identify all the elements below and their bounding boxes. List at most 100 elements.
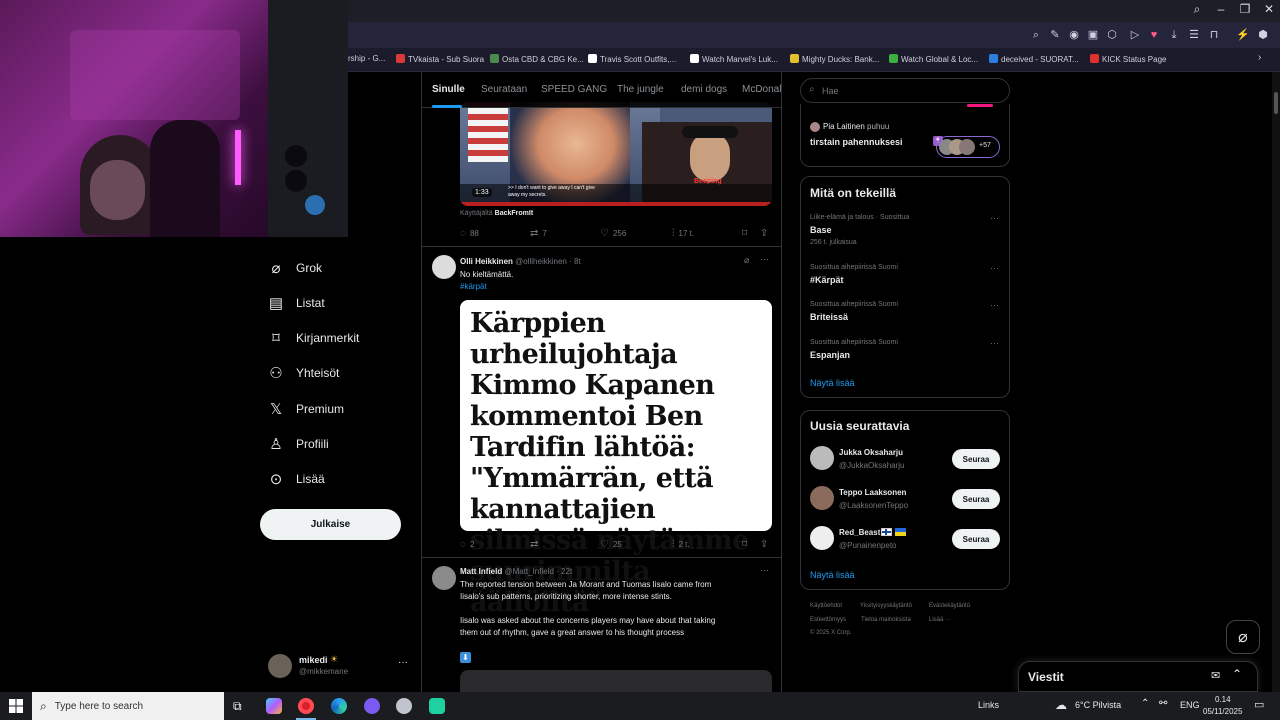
tab-mcdonalds[interactable]: McDonal — [742, 84, 781, 95]
network-icon[interactable]: ⚯ — [1159, 698, 1167, 709]
sidebar-item-profile[interactable]: ♙ Profiili — [266, 432, 328, 456]
media-preview[interactable] — [460, 670, 772, 692]
reply-button[interactable]: ◌ 88 — [460, 228, 479, 239]
hashtag-link[interactable]: #kärpät — [460, 282, 487, 291]
post-author[interactable]: Olli Heikkinen @olliheikkinen · 8t — [460, 257, 581, 266]
tab-for-you[interactable]: Sinulle — [432, 84, 465, 95]
sidebar-item-communities[interactable]: ⚇ Yhteisöt — [266, 361, 339, 385]
footer-link[interactable]: Tietoa mainoksista — [861, 617, 911, 623]
spaces-card[interactable]: Pia Laitinen puhuu tirstain pahennuksesi… — [800, 104, 1010, 167]
scrollbar[interactable] — [1272, 72, 1280, 692]
sidebar-item-more[interactable]: ⊙ Lisää — [266, 467, 325, 491]
discord-icon[interactable] — [364, 698, 380, 714]
bookmark-button[interactable]: ⌑ — [742, 539, 751, 550]
copilot-icon[interactable] — [266, 698, 282, 714]
edge-icon[interactable] — [331, 698, 347, 714]
article-card[interactable]: Kärppien urheilujohtaja Kimmo Kapanen ko… — [460, 300, 772, 618]
clock-date[interactable]: 05/11/2025 — [1203, 707, 1242, 716]
more-options-icon[interactable]: ··· — [398, 657, 408, 668]
app-icon[interactable] — [429, 698, 445, 714]
task-view-icon[interactable]: ⧉ — [233, 699, 242, 714]
notification-icon[interactable]: ▭ — [1254, 698, 1264, 711]
bookmark-item[interactable]: Travis Scott Outfits,... — [588, 54, 676, 64]
chevron-right-icon[interactable]: › — [1258, 52, 1261, 63]
more-options-icon[interactable]: ··· — [760, 565, 769, 575]
footer-link[interactable]: Yksityisyyskäytäntö — [860, 603, 912, 609]
cube-icon[interactable]: ⬡ — [1105, 28, 1119, 42]
follow-button[interactable]: Seuraa — [952, 529, 1000, 549]
sidebar-item-bookmarks[interactable]: ⌑ Kirjanmerkit — [266, 326, 359, 350]
bookmark-item[interactable]: rship - G... — [348, 54, 385, 63]
minimize-icon[interactable]: – — [1209, 2, 1233, 16]
like-button[interactable]: ♡ 25 — [600, 539, 622, 550]
messages-drawer[interactable]: Viestit ✉ ⌃ — [1018, 661, 1258, 692]
tab-the-jungle[interactable]: The jungle — [617, 84, 664, 95]
bookmark-item[interactable]: KICK Status Page — [1090, 54, 1166, 64]
tab-demi-dogs[interactable]: demi dogs — [681, 84, 727, 95]
play-icon[interactable]: ▷ — [1128, 28, 1142, 42]
links-toolbar[interactable]: Links — [978, 700, 999, 710]
camera-icon[interactable]: ◉ — [1067, 28, 1081, 42]
grok-icon[interactable]: ⌀ — [744, 255, 749, 266]
avatar[interactable] — [432, 255, 456, 279]
new-message-icon[interactable]: ✉ — [1211, 669, 1220, 682]
repost-button[interactable]: ⇄ 7 — [530, 228, 547, 239]
close-icon[interactable]: ✕ — [1257, 2, 1280, 16]
bookmark-item[interactable]: Mighty Ducks: Bank... — [790, 54, 879, 64]
account-switcher[interactable]: mikedi ☀ @mikkemane ··· — [268, 652, 413, 682]
video-player[interactable]: Beeping 1:33 >> I don't want to give awa… — [460, 102, 772, 206]
tab-speed-gang[interactable]: SPEED GANG — [541, 84, 607, 95]
search-field[interactable]: ⌕ Hae — [800, 78, 1010, 103]
search-icon[interactable]: ⌕ — [1185, 2, 1209, 17]
zoom-icon[interactable]: ⌕ — [1029, 28, 1043, 42]
footer-link[interactable]: Lisää ··· — [929, 617, 951, 623]
show-more-link[interactable]: Näytä lisää — [810, 378, 855, 388]
follow-button[interactable]: Seuraa — [952, 449, 1000, 469]
lock-icon[interactable]: ⊓ — [1207, 28, 1221, 42]
views-button[interactable]: ⫶ 17 t. — [672, 228, 694, 239]
bookmark-item[interactable]: Watch Global & Loc... — [889, 54, 978, 64]
reply-button[interactable]: ◌ 2 — [460, 539, 474, 550]
bookmark-item[interactable]: TVkaista - Sub Suora — [396, 54, 484, 64]
clock-time[interactable]: 0.14 — [1215, 695, 1231, 704]
download-icon[interactable]: ⤓ — [1167, 28, 1181, 42]
like-button[interactable]: ♡ 256 — [600, 228, 626, 239]
avatar[interactable] — [432, 566, 456, 590]
post-author[interactable]: Matt Infield @Matt_Infield · 22t — [460, 567, 572, 576]
maximize-icon[interactable]: ❐ — [1233, 2, 1257, 16]
footer-link[interactable]: Evästekäytäntö — [929, 603, 970, 609]
chevron-up-icon[interactable]: ⌃ — [1141, 698, 1149, 709]
sidebar-item-grok[interactable]: ⌀ Grok — [266, 256, 322, 280]
post-button[interactable]: Julkaise — [260, 509, 401, 540]
bookmark-item[interactable]: Osta CBD & CBG Ke... — [490, 54, 584, 64]
bookmark-button[interactable]: ⌑ — [742, 228, 751, 239]
grok-floating-button[interactable]: ⌀ — [1226, 620, 1260, 654]
follow-button[interactable]: Seuraa — [952, 489, 1000, 509]
views-button[interactable]: ⫶ 2 t. — [672, 539, 690, 550]
sidebar-item-premium[interactable]: 𝕏 Premium — [266, 397, 344, 421]
sidebar-item-lists[interactable]: ▤ Listat — [266, 291, 325, 315]
more-options-icon[interactable]: ··· — [760, 254, 769, 264]
box-icon[interactable]: ▣ — [1086, 28, 1100, 42]
shield-app-icon[interactable] — [396, 698, 412, 714]
bookmark-item[interactable]: deceived - SUORAT... — [989, 54, 1079, 64]
repost-button[interactable]: ⇄ — [530, 539, 542, 550]
edit-icon[interactable]: ✎ — [1048, 28, 1062, 42]
windows-start-icon[interactable] — [9, 699, 23, 713]
bookmark-item[interactable]: Watch Marvel's Luk... — [690, 54, 778, 64]
cube-settings-icon[interactable]: ⬢ — [1256, 28, 1270, 42]
weather-text[interactable]: 6°C Pilvista — [1075, 700, 1121, 710]
opera-gx-icon[interactable] — [298, 698, 314, 714]
taskbar-search[interactable]: ⌕ Type here to search — [32, 692, 224, 720]
footer-link[interactable]: Käyttöehdot — [810, 603, 842, 609]
show-more-link[interactable]: Näytä lisää — [810, 570, 855, 580]
extension-icon[interactable]: ⚡ — [1236, 28, 1250, 42]
language-indicator[interactable]: ENG — [1180, 700, 1200, 710]
share-button[interactable]: ⇪ — [760, 539, 772, 550]
expand-icon[interactable]: ⌃ — [1232, 667, 1242, 681]
tab-following[interactable]: Seurataan — [481, 84, 527, 95]
share-button[interactable]: ⇪ — [760, 228, 772, 239]
menu-icon[interactable]: ☰ — [1187, 28, 1201, 42]
heart-icon[interactable]: ♥ — [1147, 28, 1161, 42]
footer-link[interactable]: Esteettömyys — [810, 617, 846, 623]
